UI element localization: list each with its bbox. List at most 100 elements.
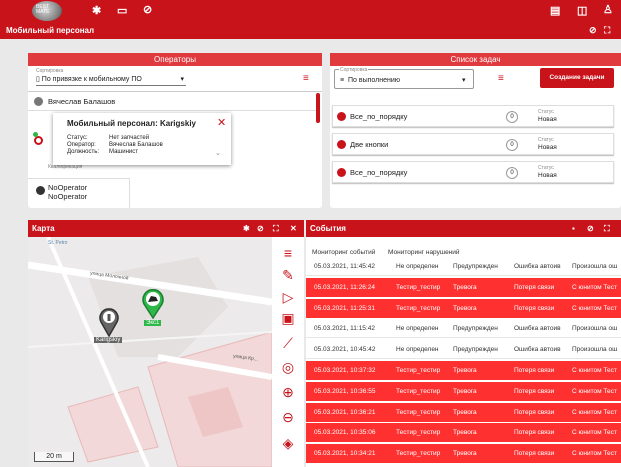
event-cell-desc: С юнитом Тест (572, 408, 617, 416)
status-label: Статус (538, 165, 554, 171)
map-panel: Карта ✱ ⊘ ⛶ ✕ St. Petro улица Молочной у… (28, 220, 304, 467)
event-cell-user: Тестир_тестир (396, 304, 441, 312)
pencil-icon[interactable]: ✎ (278, 267, 298, 284)
help-icon[interactable]: ⊘ (587, 220, 594, 237)
event-cell-level: Тревога (453, 304, 477, 312)
task-item[interactable]: Две кнопки 0 Статус Новая (332, 133, 614, 155)
sort-value: По выполнению (348, 77, 401, 84)
fullscreen-icon[interactable]: ⛶ (604, 220, 610, 237)
operator-status-icon (34, 136, 43, 145)
task-user-icon (337, 112, 346, 121)
fullscreen-icon[interactable]: ⛶ (273, 220, 279, 237)
events-table: 05.03.2021, 11:45:42 Не определен Предупре… (306, 259, 621, 467)
task-name: Две кнопки (350, 140, 389, 149)
event-row[interactable]: 05.03.2021, 11:15:42 Не определен Предупре… (306, 319, 621, 339)
task-name: Все_по_порядку (350, 168, 408, 177)
event-cell-time: 05.03.2021, 11:15:42 (314, 325, 375, 333)
tab-event-monitoring[interactable]: Мониторинг событий (312, 249, 375, 256)
task-user-icon (337, 140, 346, 149)
event-cell-type: Потеря связи (514, 429, 555, 437)
event-cell-user: Не определен (396, 263, 439, 270)
operator-name: Вячеслав Балашов (48, 97, 116, 106)
close-icon[interactable]: ✕ (290, 220, 297, 237)
event-row-alarm[interactable]: 05.03.2021, 11:25:31 Тестир_тестир Тревога… (306, 298, 621, 318)
event-cell-level: Тревога (453, 408, 477, 416)
status-label: Статус (538, 109, 554, 115)
fullscreen-icon[interactable]: ⛶ (604, 25, 610, 36)
marker-karigskiy[interactable] (98, 307, 120, 338)
top-bar: BEST MATE ✱ ▭ ⊘ ▤ ◫ ♙ (0, 0, 621, 22)
filter-icon[interactable]: ≡ (303, 73, 309, 84)
zoom-out-icon[interactable]: ⊖ (278, 409, 298, 426)
event-row-alarm[interactable]: 05.03.2021, 10:37:32 Тестир_тестир Тревога… (306, 361, 621, 380)
task-item[interactable]: Все_по_порядку 0 Статус Новая (332, 105, 614, 127)
message-icon[interactable]: ▤ (550, 4, 560, 17)
task-item[interactable]: Все_по_порядку 0 Статус Новая (332, 161, 614, 183)
tasks-sort-select[interactable]: Сортировка ≡ По выполнению ▾ (334, 67, 474, 89)
book-icon[interactable]: ▭ (117, 4, 127, 17)
play-icon[interactable]: ▷ (278, 289, 298, 306)
task-count: 0 (506, 111, 518, 123)
position-value: Машинист (109, 149, 138, 155)
sort-icon: ≡ (340, 77, 345, 84)
event-cell-user: Тестир_тестир (396, 283, 441, 291)
ruler-icon[interactable]: ⟋ (278, 335, 298, 352)
event-row-alarm[interactable]: 05.03.2021, 11:26:24 Тестир_тестир Тревога… (306, 277, 621, 297)
event-cell-desc: Произошла ош (572, 346, 618, 354)
filter-icon[interactable]: ≡ (278, 245, 298, 261)
scrollbar-thumb[interactable] (316, 93, 320, 123)
event-cell-level: Тревога (453, 367, 477, 374)
layers-icon[interactable]: ◈ (278, 435, 298, 452)
event-row-alarm[interactable]: 05.03.2021, 10:35:06 Тестир_тестир Тревога… (306, 423, 621, 443)
report-icon[interactable]: ◫ (577, 4, 587, 17)
event-cell-level: Тревога (453, 429, 477, 437)
user-icon[interactable]: ♙ (603, 3, 613, 16)
gear-icon[interactable]: ✱ (92, 4, 101, 17)
event-cell-desc: Произошла ош (572, 325, 618, 333)
event-row-alarm[interactable]: 05.03.2021, 10:34:21 Тестир_тестир Тревога… (306, 444, 621, 464)
sort-label: Сортировка (339, 67, 369, 73)
marker-eks1[interactable] (141, 288, 165, 320)
event-row[interactable]: 05.03.2021, 10:45:42 Не определен Предупре… (306, 340, 621, 360)
event-cell-user: Тестир_тестир (396, 408, 441, 416)
event-cell-type: Ошибка автоив (514, 346, 561, 354)
app-logo[interactable]: BEST MATE (32, 1, 62, 21)
operator-popup: Мобильный персонал: Karigskiy ✕ Статус: … (53, 113, 231, 165)
logo-text: BEST MATE (36, 4, 50, 15)
event-row-alarm[interactable]: 05.03.2021, 10:36:21 Тестир_тестир Тревога… (306, 402, 621, 422)
filter-icon[interactable]: ≡ (498, 73, 504, 84)
event-cell-desc: С юнитом Тест (572, 450, 617, 458)
operators-sort-select[interactable]: ▯ По привязке к мобильному ПО ▾ (36, 74, 186, 86)
operator-label: Оператор: (67, 142, 96, 148)
close-icon[interactable]: ✕ (217, 116, 226, 129)
marker-label: Экс1 (144, 320, 162, 326)
zoom-in-icon[interactable]: ⊕ (278, 384, 298, 401)
help-icon[interactable]: ⊘ (257, 220, 264, 237)
event-row[interactable]: 05.03.2021, 11:45:42 Не определен Предупре… (306, 259, 621, 276)
tab-violation-monitoring[interactable]: Мониторинг нарушений (388, 249, 460, 256)
gear-icon[interactable]: ✱ (243, 220, 250, 237)
task-count: 0 (506, 139, 518, 151)
operator-value: Вячеслав Балашов (109, 142, 163, 148)
marker-label: Karigskiy (94, 337, 123, 343)
help-icon[interactable]: ⊘ (589, 25, 597, 36)
map-scale: 20 m (34, 452, 74, 462)
event-cell-desc: Произошла ош (572, 263, 618, 270)
compass-icon[interactable]: ◎ (278, 359, 298, 376)
avatar-icon (34, 97, 43, 106)
status-label: Статус: (67, 135, 88, 141)
operators-panel: Операторы Сортировка ▯ По привязке к моб… (28, 53, 322, 208)
divider (129, 178, 130, 208)
map-canvas[interactable]: St. Petro улица Молочной улица Кр... Kar… (28, 237, 272, 467)
event-cell-time: 05.03.2021, 10:36:21 (314, 408, 376, 416)
event-cell-time: 05.03.2021, 11:26:24 (314, 283, 375, 291)
operator-row[interactable]: Вячеслав Балашов (28, 93, 318, 111)
operator-row[interactable]: NoOperator NoOperator (28, 178, 129, 208)
document-search-icon[interactable]: ▣ (278, 310, 298, 327)
chevron-down-icon[interactable]: ⌄ (215, 149, 221, 157)
save-icon[interactable]: ▪ (572, 220, 575, 237)
create-task-button[interactable]: Создание задачи (540, 68, 614, 88)
event-row-alarm[interactable]: 05.03.2021, 10:36:55 Тестир_тестир Тревога… (306, 381, 621, 401)
event-cell-level: Тревога (453, 450, 477, 458)
help-icon[interactable]: ⊘ (143, 3, 152, 16)
